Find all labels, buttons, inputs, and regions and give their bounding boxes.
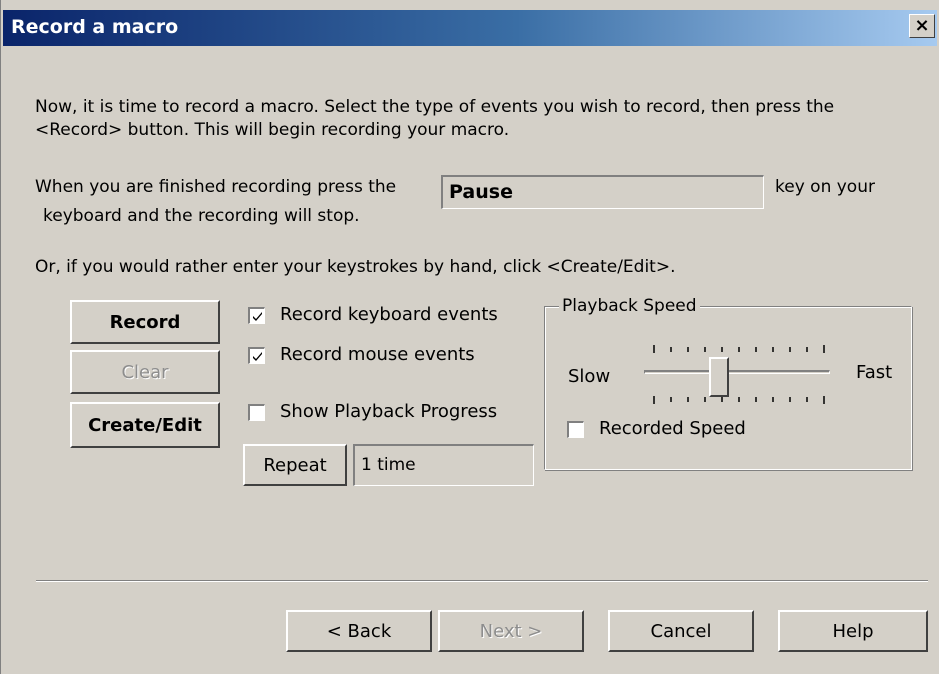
instruction-line-2: <Record> button. This will begin recordi… <box>35 120 510 140</box>
checkmark-icon <box>253 312 262 321</box>
create-edit-button[interactable]: Create/Edit <box>70 402 220 448</box>
speed-slider-thumb[interactable] <box>709 357 729 397</box>
record-keyboard-label[interactable]: Record keyboard events <box>280 304 498 325</box>
separator-line <box>36 580 928 582</box>
slider-ticks-bottom <box>653 396 825 404</box>
create-edit-button-label: Create/Edit <box>88 415 202 436</box>
stop-key-value: Pause <box>449 181 513 203</box>
back-button[interactable]: < Back <box>286 610 432 652</box>
slider-ticks-top <box>653 345 825 353</box>
show-progress-checkbox[interactable] <box>248 404 265 421</box>
checkmark-icon <box>253 352 262 361</box>
window-title: Record a macro <box>11 16 179 38</box>
repeat-count-field[interactable]: 1 time <box>353 444 534 486</box>
speed-slider-track[interactable] <box>644 370 830 374</box>
slow-label: Slow <box>568 366 611 387</box>
repeat-count-value: 1 time <box>361 455 416 475</box>
cancel-button-label: Cancel <box>650 621 712 642</box>
recorded-speed-checkbox[interactable] <box>567 421 584 438</box>
stop-key-line-2: keyboard and the recording will stop. <box>43 206 360 226</box>
next-button[interactable]: Next > <box>438 610 584 652</box>
record-button-label: Record <box>109 312 181 333</box>
recorded-speed-label[interactable]: Recorded Speed <box>599 418 746 439</box>
stop-key-field: Pause <box>441 175 764 209</box>
help-button-label: Help <box>832 621 874 642</box>
record-macro-dialog: Record a macro × Now, it is time to reco… <box>0 0 939 674</box>
close-icon[interactable]: × <box>914 15 929 36</box>
instruction-line-1: Now, it is time to record a macro. Selec… <box>35 97 835 117</box>
repeat-button[interactable]: Repeat <box>243 444 347 486</box>
help-button[interactable]: Help <box>778 610 928 652</box>
playback-speed-label: Playback Speed <box>559 296 700 316</box>
cancel-button[interactable]: Cancel <box>608 610 754 652</box>
manual-entry-hint: Or, if you would rather enter your keyst… <box>35 257 676 277</box>
stop-key-suffix: key on your <box>775 177 875 197</box>
clear-button-label: Clear <box>121 362 169 383</box>
show-progress-label[interactable]: Show Playback Progress <box>280 401 497 422</box>
title-bar[interactable]: Record a macro × <box>3 10 937 46</box>
stop-key-prefix: When you are finished recording press th… <box>35 177 397 197</box>
close-button[interactable]: × <box>909 14 935 38</box>
record-mouse-label[interactable]: Record mouse events <box>280 344 475 365</box>
repeat-button-label: Repeat <box>263 455 327 476</box>
record-button[interactable]: Record <box>70 300 220 344</box>
next-button-label: Next > <box>479 621 543 642</box>
record-mouse-checkbox[interactable] <box>248 347 265 364</box>
record-keyboard-checkbox[interactable] <box>248 307 265 324</box>
back-button-label: < Back <box>326 621 392 642</box>
fast-label: Fast <box>856 362 893 383</box>
clear-button[interactable]: Clear <box>70 350 220 394</box>
